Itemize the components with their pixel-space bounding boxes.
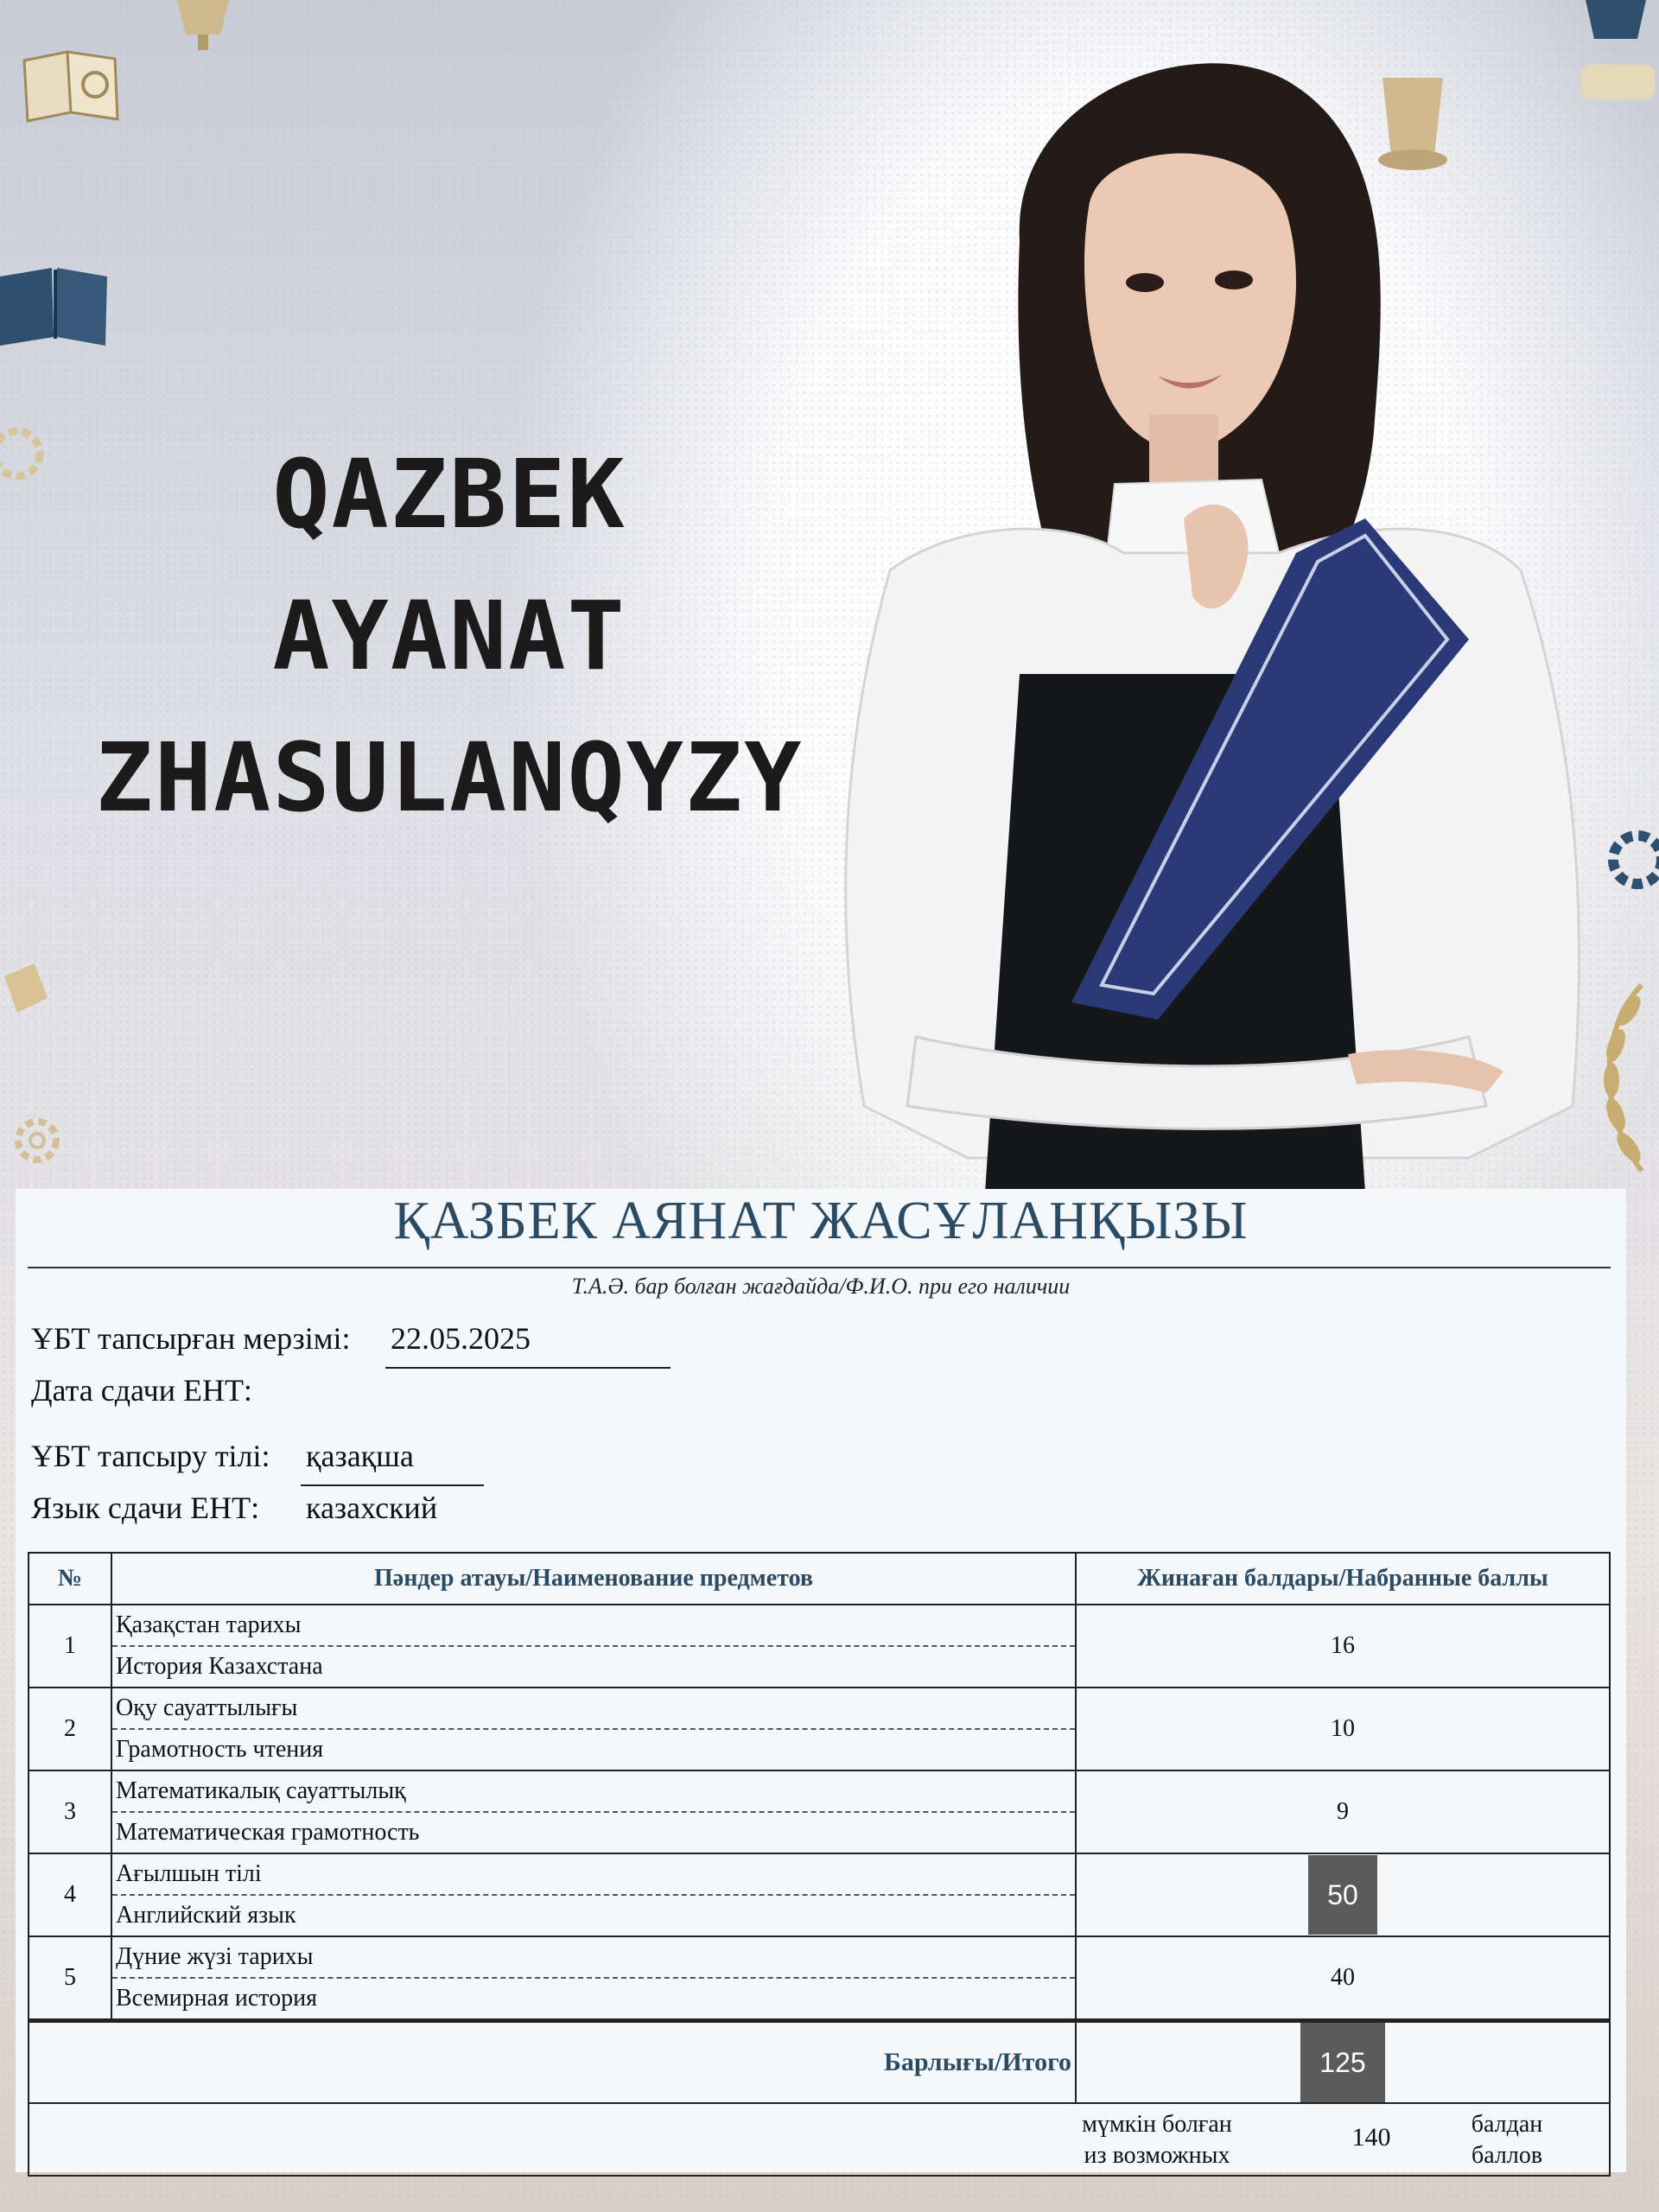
- row-number: 2: [28, 1687, 112, 1771]
- column-header-score: Жинаған балдары/Набранные баллы: [1075, 1552, 1611, 1605]
- exam-language-value-ru: казахский: [306, 1491, 438, 1525]
- possible-label-ru: из возможных: [1084, 2142, 1230, 2169]
- subject-cell: Дүние жүзі тарихы Всемирная история: [111, 1936, 1077, 2022]
- subject-cell: Оқу сауаттылығы Грамотность чтения: [111, 1687, 1077, 1771]
- trophy-icon: [177, 0, 229, 50]
- score-cell: 40: [1075, 1936, 1611, 2022]
- exam-language-label-ru: Язык сдачи ЕНТ:: [31, 1491, 260, 1525]
- subject-name-kz: Дүние жүзі тарихы: [112, 1937, 1075, 1979]
- pencil-icon: [4, 963, 48, 1013]
- row-number: 1: [28, 1604, 112, 1688]
- table-header-row: № Пәндер атауы/Наименование предметов Жи…: [28, 1552, 1611, 1605]
- table-row: 2 Оқу сауаттылығы Грамотность чтения 10: [28, 1687, 1611, 1771]
- name-caption: Т.А.Ә. бар болған жағдайда/Ф.И.О. при ег…: [571, 1274, 1071, 1299]
- gear-icon: [0, 427, 44, 480]
- row-number: 3: [28, 1770, 112, 1854]
- exam-date-label-ru: Дата сдачи ЕНТ:: [31, 1373, 252, 1408]
- total-row: Барлығы/Итого 125: [28, 2018, 1611, 2104]
- title-divider: [28, 1267, 1611, 1268]
- score-cell: 16: [1075, 1604, 1611, 1688]
- column-header-subject: Пәндер атауы/Наименование предметов: [111, 1552, 1077, 1605]
- score-cell: 9: [1075, 1770, 1611, 1854]
- table-row: 4 Ағылшын тілі Английский язык 50: [28, 1853, 1611, 1937]
- exam-language-underline: [301, 1484, 484, 1486]
- subject-name-kz: Қазақстан тарихы: [112, 1605, 1075, 1647]
- score-cell: 10: [1075, 1687, 1611, 1771]
- certificate-full-name: ҚАЗБЕК АЯНАТ ЖАСҰЛАНҚЫЗЫ: [393, 1192, 1249, 1250]
- name-line-surname: QAZBEK: [272, 439, 626, 550]
- gear-icon: [15, 1118, 60, 1163]
- total-label: Барлығы/Итого: [28, 2018, 1077, 2104]
- exam-date-value: 22.05.2025: [391, 1321, 531, 1356]
- exam-date-underline: [385, 1367, 671, 1369]
- score-cell-highlighted: 50: [1075, 1853, 1611, 1937]
- table-row: 5 Дүние жүзі тарихы Всемирная история 40: [28, 1936, 1611, 2022]
- row-number: 4: [28, 1853, 112, 1937]
- points-label-ru: баллов: [1471, 2142, 1543, 2169]
- score-highlight-badge: 50: [1308, 1855, 1377, 1935]
- exam-language-value-kz: қазақша: [306, 1439, 414, 1473]
- subject-name-ru: Математическая грамотность: [116, 1819, 420, 1846]
- subject-cell: Математикалық сауаттылық Математическая …: [111, 1770, 1077, 1854]
- points-label-kz: балдан: [1471, 2111, 1543, 2138]
- row-number: 5: [28, 1936, 112, 2022]
- column-header-number: №: [28, 1552, 112, 1605]
- scores-table: № Пәндер атауы/Наименование предметов Жи…: [28, 1552, 1611, 2177]
- table-row: 1 Қазақстан тарихы История Казахстана 16: [28, 1604, 1611, 1688]
- exam-date-label-kz: ҰБТ тапсырған мерзімі:: [31, 1321, 351, 1356]
- subject-name-ru: История Казахстана: [116, 1653, 323, 1680]
- book-icon: [22, 50, 119, 123]
- name-line-given-name: AYANAT: [272, 581, 626, 691]
- possible-points-value: 140: [1351, 2123, 1391, 2152]
- subject-name-ru: Грамотность чтения: [116, 1736, 324, 1763]
- possible-points-row: мүмкін болған из возможных 140 балдан ба…: [28, 2102, 1611, 2177]
- subject-name-kz: Ағылшын тілі: [112, 1854, 1075, 1896]
- exam-language-label-kz: ҰБТ тапсыру тілі:: [31, 1439, 270, 1473]
- subject-cell: Қазақстан тарихы История Казахстана: [111, 1604, 1077, 1688]
- subject-name-kz: Математикалық сауаттылық: [112, 1771, 1075, 1813]
- total-score-cell: 125: [1075, 2018, 1611, 2104]
- graduate-name-latin: QAZBEK AYANAT ZHASULANQYZY: [52, 423, 847, 849]
- table-row: 3 Математикалық сауаттылық Математическа…: [28, 1770, 1611, 1854]
- subject-cell: Ағылшын тілі Английский язык: [111, 1853, 1077, 1937]
- total-score-badge: 125: [1300, 2023, 1385, 2102]
- subject-name-ru: Английский язык: [116, 1902, 296, 1929]
- subject-name-kz: Оқу сауаттылығы: [112, 1688, 1075, 1730]
- possible-points-cell: мүмкін болған из возможных 140 балдан ба…: [28, 2102, 1611, 2177]
- open-book-icon: [0, 268, 107, 346]
- subject-name-ru: Всемирная история: [116, 1985, 318, 2012]
- possible-label: мүмкін болған из возможных: [1045, 2109, 1269, 2171]
- possible-label-kz: мүмкін болған: [1082, 2111, 1232, 2138]
- graduate-portrait: [844, 63, 1580, 1192]
- points-label: балдан баллов: [1464, 2109, 1550, 2171]
- name-line-patronymic: ZHASULANQYZY: [95, 722, 804, 833]
